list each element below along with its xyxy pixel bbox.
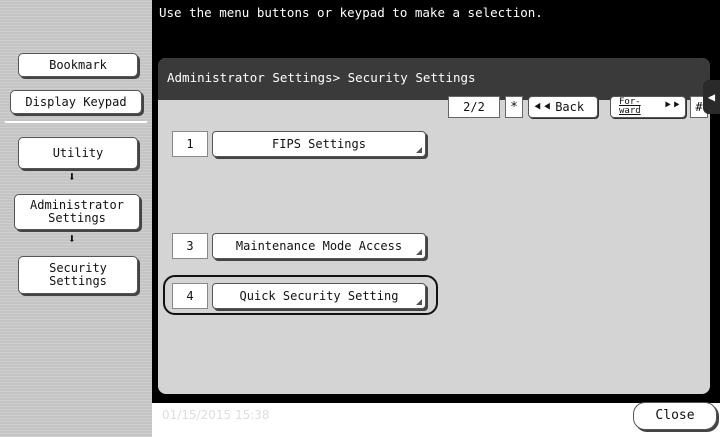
sidebar-item-utility[interactable]: Utility: [18, 137, 138, 169]
double-right-arrow-icon: ⯈⯈: [663, 99, 681, 112]
breadcrumb: Administrator Settings> Security Setting…: [167, 70, 476, 85]
bookmark-button[interactable]: Bookmark: [18, 53, 138, 77]
sidebar-divider: [5, 121, 147, 123]
item-number: 1: [172, 131, 208, 157]
double-left-arrow-icon: ⯇⯇: [533, 100, 553, 114]
sidebar: Bookmark Display Keypad Utility ⬇ Admini…: [0, 0, 152, 437]
arrow-down-icon: ⬇: [68, 170, 76, 185]
arrow-down-icon: ⬇: [68, 232, 76, 247]
back-button[interactable]: ⯇⯇ Back: [528, 96, 598, 118]
star-key-button[interactable]: *: [505, 96, 523, 118]
instruction-bar: Use the menu buttons or keypad to make a…: [152, 0, 720, 52]
panel-header: Administrator Settings> Security Setting…: [158, 58, 710, 100]
maintenance-mode-access-button[interactable]: Maintenance Mode Access: [212, 233, 426, 259]
instruction-text: Use the menu buttons or keypad to make a…: [159, 5, 543, 20]
close-button[interactable]: Close: [633, 402, 717, 430]
sidebar-item-security-settings[interactable]: Security Settings: [18, 256, 138, 294]
display-keypad-button[interactable]: Display Keypad: [10, 90, 142, 114]
page-indicator: 2/2: [448, 96, 500, 118]
selection-highlight: [163, 275, 438, 315]
forward-button[interactable]: For- ward ⯈⯈: [610, 96, 686, 118]
collapse-panel-icon[interactable]: ◀: [703, 80, 720, 114]
item-number: 3: [172, 233, 208, 259]
sidebar-item-administrator-settings[interactable]: Administrator Settings: [14, 194, 140, 230]
datetime: 01/15/2015 15:38: [162, 408, 270, 422]
fips-settings-button[interactable]: FIPS Settings: [212, 131, 426, 157]
